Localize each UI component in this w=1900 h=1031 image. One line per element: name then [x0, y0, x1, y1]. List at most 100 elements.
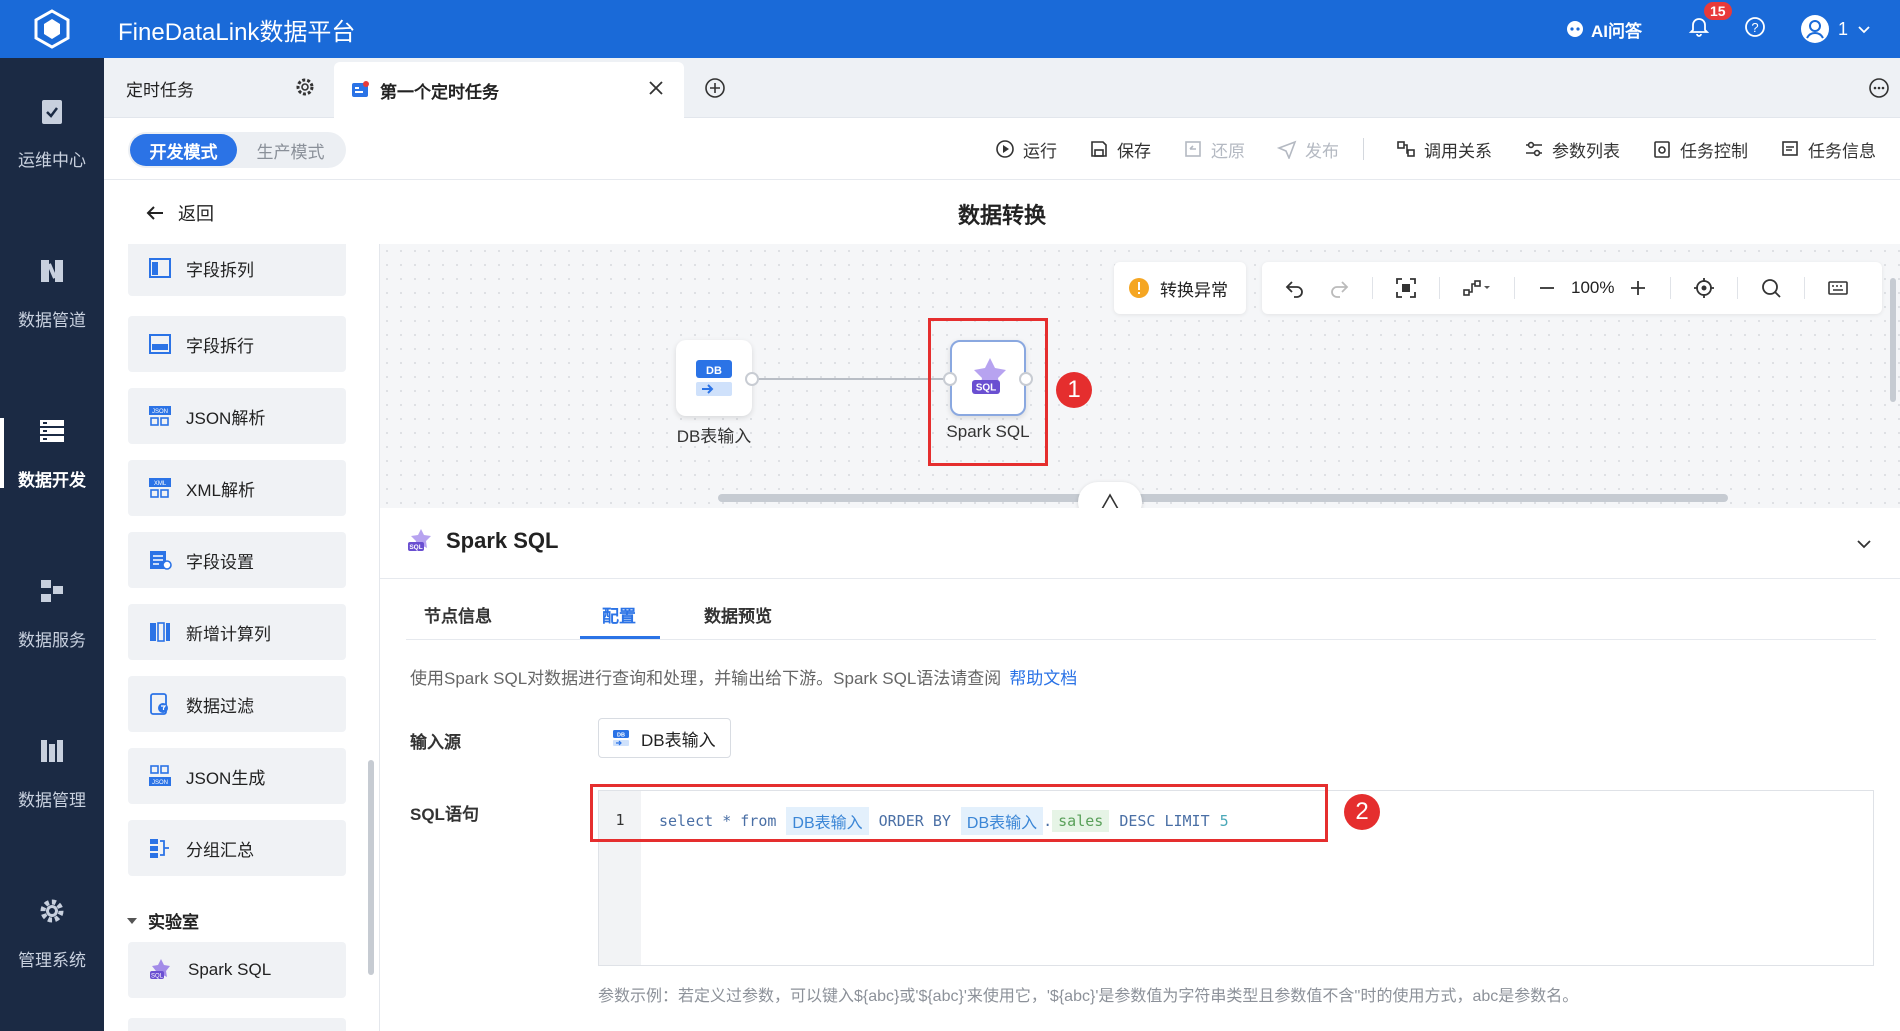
- undo-button[interactable]: [1284, 277, 1306, 299]
- node-db-input[interactable]: DB: [676, 340, 752, 416]
- component-label: 字段设置: [186, 552, 254, 572]
- user-menu[interactable]: 1: [1800, 14, 1872, 44]
- svg-text:SQL: SQL: [151, 974, 164, 980]
- component-label: 字段拆行: [186, 336, 254, 356]
- component-item[interactable]: JSON JSON生成: [128, 748, 346, 804]
- conversion-status[interactable]: 转换异常: [1114, 262, 1246, 314]
- component-item[interactable]: XML XML解析: [128, 460, 346, 516]
- split-row-icon: [149, 334, 171, 354]
- component-item[interactable]: JSON JSON解析: [128, 388, 346, 444]
- panel-scrollbar[interactable]: [368, 760, 374, 975]
- tab-settings-button[interactable]: [294, 76, 316, 103]
- canvas-h-scrollbar[interactable]: [718, 494, 1728, 502]
- collapse-detail-button[interactable]: [1854, 534, 1874, 559]
- zoom-level: 100%: [1571, 278, 1615, 297]
- restore-icon: [1185, 141, 1201, 157]
- flow-edge[interactable]: [752, 378, 952, 380]
- canvas-toolbar: 100%: [1262, 262, 1882, 314]
- svg-text:SQL: SQL: [409, 544, 422, 551]
- minus-icon: [1540, 287, 1554, 289]
- canvas-v-scrollbar[interactable]: [1890, 278, 1896, 402]
- logo-icon: [34, 9, 70, 49]
- svg-text:?: ?: [1751, 20, 1758, 35]
- keyboard-button[interactable]: [1827, 277, 1849, 299]
- nav-item-service[interactable]: 数据服务: [0, 538, 104, 688]
- call-relation-button[interactable]: 调用关系: [1396, 137, 1492, 162]
- flow-canvas[interactable]: 转换异常 100% DB DB表输入 SQL Spark SQL 1: [380, 244, 1900, 508]
- gear-icon: [296, 78, 314, 96]
- close-tab-button[interactable]: [646, 78, 666, 103]
- component-item[interactable]: 数据过滤: [128, 676, 346, 732]
- component-item[interactable]: 新增计算列: [128, 604, 346, 660]
- collapse-panel-button[interactable]: [1078, 482, 1142, 508]
- save-button[interactable]: 保存: [1089, 137, 1151, 162]
- publish-button[interactable]: 发布: [1277, 137, 1339, 162]
- node-output-port[interactable]: [745, 372, 759, 386]
- task-icon: [352, 81, 369, 97]
- task-control-icon: [1654, 141, 1670, 158]
- help-button[interactable]: ?: [1744, 16, 1766, 43]
- task-tab-bar: 定时任务 第一个定时任务: [104, 58, 1900, 118]
- zoom-out-button[interactable]: [1537, 278, 1557, 298]
- back-button[interactable]: 返回: [144, 200, 214, 226]
- search-button[interactable]: [1760, 277, 1782, 299]
- input-source-value: DB表输入: [641, 730, 716, 750]
- redo-button[interactable]: [1328, 277, 1350, 299]
- layout-button[interactable]: [1462, 277, 1492, 299]
- detail-divider: [380, 578, 1900, 579]
- prod-mode-button[interactable]: 生产模式: [237, 134, 344, 166]
- detail-tabs: 节点信息 配置 数据预览: [406, 580, 1876, 640]
- nav-item-dev[interactable]: 数据开发: [0, 378, 104, 528]
- tab-node-info[interactable]: 节点信息: [424, 602, 492, 627]
- dev-mode-button[interactable]: 开发模式: [130, 134, 237, 166]
- tab-label: 定时任务: [126, 80, 194, 100]
- field-settings-icon: [150, 551, 172, 570]
- add-tab-button[interactable]: [704, 77, 726, 104]
- param-list-button[interactable]: 参数列表: [1524, 137, 1620, 162]
- gear-icon: [40, 899, 64, 922]
- help-doc-link[interactable]: 帮助文档: [1009, 669, 1077, 688]
- pipeline-icon: [41, 259, 63, 282]
- fit-view-button[interactable]: [1395, 277, 1417, 299]
- tab-data-preview[interactable]: 数据预览: [704, 602, 772, 627]
- tab-config[interactable]: 配置: [602, 602, 636, 627]
- app-logo[interactable]: [0, 0, 104, 58]
- component-label: XML解析: [186, 480, 255, 500]
- bell-icon: [1688, 17, 1710, 37]
- task-control-button[interactable]: 任务控制: [1652, 137, 1748, 162]
- lab-section-header[interactable]: 实验室: [126, 908, 199, 933]
- component-item[interactable]: 字段设置: [128, 532, 346, 588]
- nav-item-management[interactable]: 数据管理: [0, 698, 104, 848]
- notification-badge: 15: [1703, 1, 1732, 20]
- more-icon: [1869, 78, 1889, 98]
- component-item[interactable]: 字段拆行: [128, 316, 346, 372]
- notification-button[interactable]: 15: [1688, 1, 1732, 43]
- tab-current-task[interactable]: 第一个定时任务: [334, 62, 684, 118]
- locate-button[interactable]: [1693, 277, 1715, 299]
- nav-label: 数据开发: [18, 470, 86, 490]
- config-description: 使用Spark SQL对数据进行查询和处理，并输出给下游。Spark SQL语法…: [410, 664, 1077, 689]
- component-item[interactable]: 字段拆列: [128, 244, 346, 296]
- nav-item-ops[interactable]: 运维中心: [0, 58, 104, 208]
- task-info-button[interactable]: 任务信息: [1780, 137, 1876, 162]
- info-doc-icon: [1782, 141, 1798, 156]
- tab-scheduled-tasks[interactable]: 定时任务: [104, 58, 332, 118]
- run-button[interactable]: 运行: [995, 137, 1057, 162]
- canvas-toolbar-divider: [1439, 277, 1440, 299]
- more-tabs-button[interactable]: [1868, 77, 1890, 104]
- nav-item-pipeline[interactable]: 数据管道: [0, 218, 104, 368]
- svg-text:DB: DB: [706, 365, 722, 377]
- arrow-left-icon: [146, 206, 163, 220]
- restore-button[interactable]: 还原: [1183, 137, 1245, 162]
- component-item-spark-sql[interactable]: SQL Spark SQL: [128, 942, 346, 998]
- dev-stack-icon: [40, 419, 64, 442]
- nav-item-system[interactable]: 管理系统: [0, 858, 104, 1008]
- component-item[interactable]: 分组汇总: [128, 820, 346, 876]
- add-column-icon: [150, 622, 170, 642]
- publish-label: 发布: [1305, 141, 1339, 161]
- play-circle-icon: [996, 140, 1014, 158]
- ai-assistant-button[interactable]: AI问答: [1565, 17, 1642, 42]
- input-source-chip[interactable]: DB DB表输入: [598, 718, 731, 758]
- component-item[interactable]: [128, 1018, 346, 1031]
- zoom-in-button[interactable]: [1628, 278, 1648, 298]
